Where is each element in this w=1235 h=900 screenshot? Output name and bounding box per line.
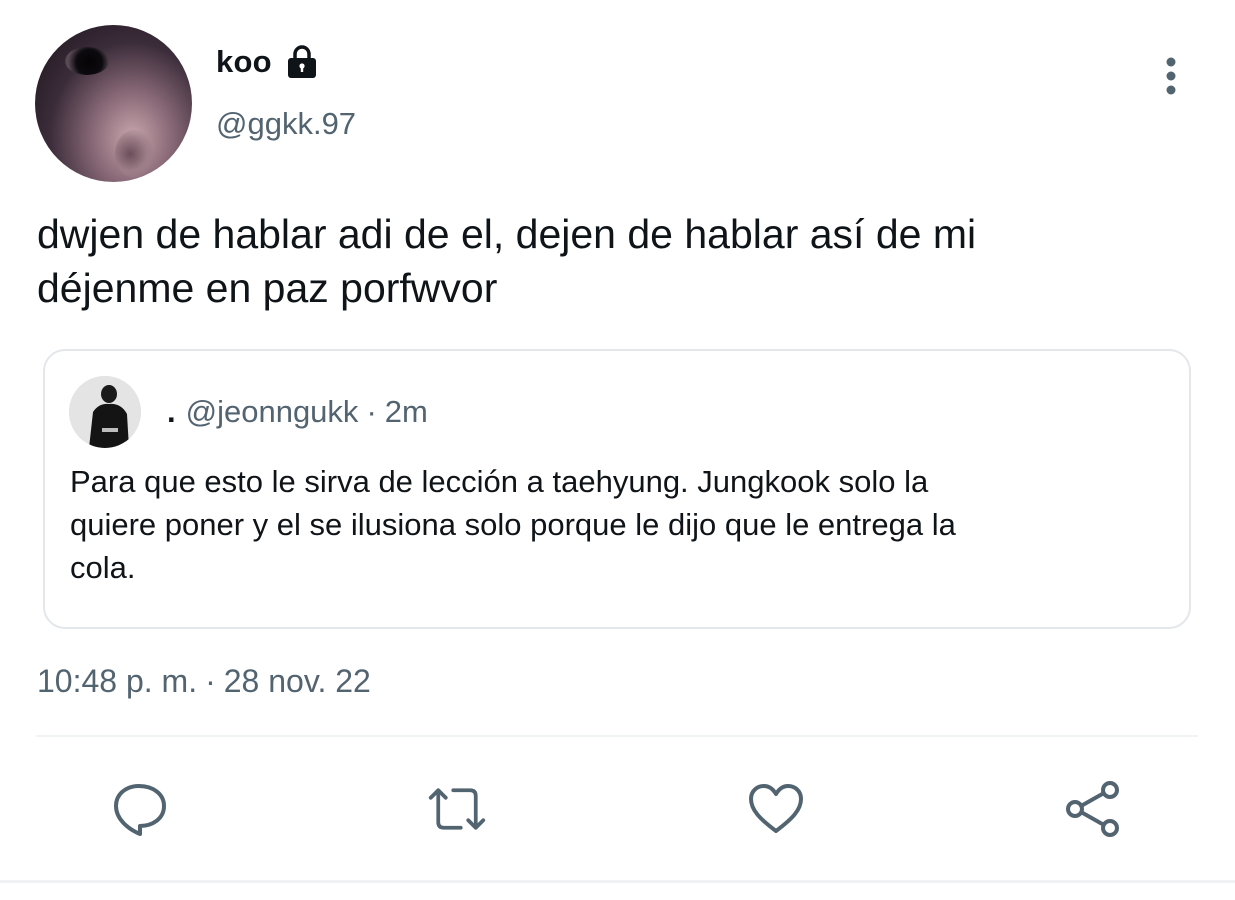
like-button[interactable] xyxy=(746,778,806,840)
tweet-time: 10:48 p. m. xyxy=(37,663,198,699)
quoted-text-line: Para que esto le sirva de lección a taeh… xyxy=(70,464,929,499)
lock-icon xyxy=(284,44,320,80)
tweet-text-line: dwjen de hablar adi de el, dejen de habl… xyxy=(37,211,977,257)
author-handle[interactable]: @ggkk.97 xyxy=(216,106,356,142)
heart-icon xyxy=(749,784,803,833)
quoted-tweet[interactable]: . @jeonngukk · 2m Para que esto le sirva… xyxy=(43,349,1191,629)
tweet-date: 28 nov. 22 xyxy=(223,663,371,699)
author-name-row: koo xyxy=(216,44,320,80)
reply-button[interactable] xyxy=(110,778,170,840)
more-vertical-icon[interactable] xyxy=(1158,55,1184,97)
meta-separator: · xyxy=(205,663,216,699)
quoted-author-avatar[interactable] xyxy=(69,376,141,448)
retweet-icon xyxy=(428,788,486,830)
reply-icon xyxy=(114,784,166,836)
share-button[interactable] xyxy=(1063,778,1123,840)
quoted-text-line: quiere poner y el se ilusiona solo porqu… xyxy=(70,507,956,542)
tweet-text: dwjen de hablar adi de el, dejen de habl… xyxy=(37,207,1197,315)
quoted-header: . @jeonngukk · 2m xyxy=(167,394,428,430)
tweet-text-line: déjenme en paz porfwvor xyxy=(37,265,498,311)
quoted-display-name[interactable]: . xyxy=(167,394,176,430)
quoted-separator: · xyxy=(366,394,377,429)
quoted-timestamp[interactable]: 2m xyxy=(385,394,428,430)
quoted-text-line: cola. xyxy=(70,550,136,585)
quoted-handle[interactable]: @jeonngukk xyxy=(186,394,359,430)
tweet: koo @ggkk.97 dwjen de hablar adi de el, … xyxy=(0,0,1235,900)
author-avatar[interactable] xyxy=(35,25,192,182)
avatar-eye xyxy=(65,47,109,75)
bottom-border xyxy=(0,880,1235,883)
tweet-timestamp[interactable]: 10:48 p. m. · 28 nov. 22 xyxy=(37,663,371,700)
retweet-button[interactable] xyxy=(427,778,487,840)
quoted-text: Para que esto le sirva de lección a taeh… xyxy=(70,460,1150,589)
author-display-name[interactable]: koo xyxy=(216,44,272,80)
share-icon xyxy=(1066,781,1119,837)
avatar-shadow xyxy=(115,130,153,178)
divider xyxy=(36,735,1198,737)
